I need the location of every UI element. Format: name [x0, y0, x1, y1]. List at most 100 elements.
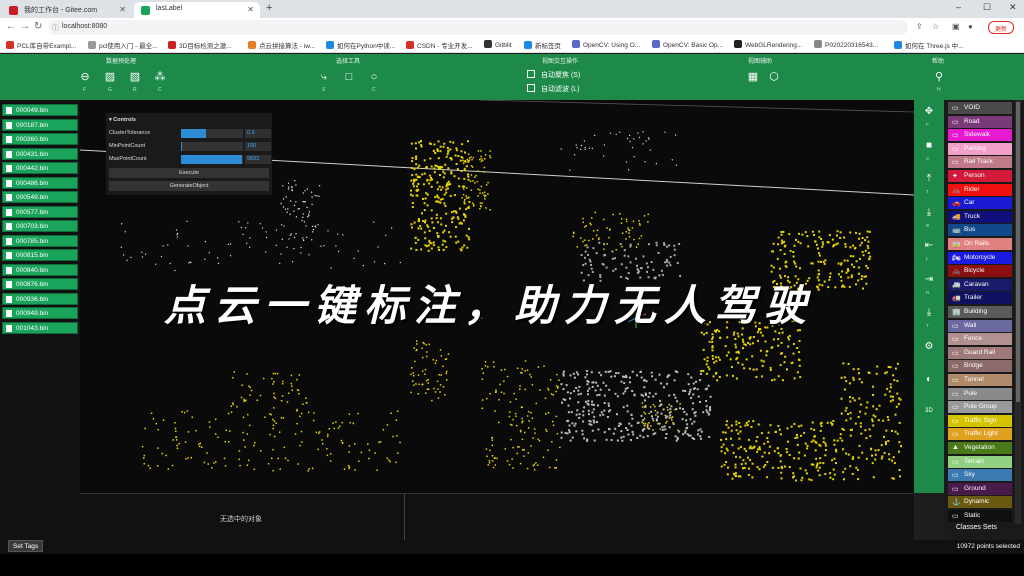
bookmark-item[interactable]: Gitblit	[484, 40, 512, 49]
share-icon[interactable]: ⇪	[916, 22, 923, 31]
class-item-motorcycle[interactable]: 🏍 Motorcycle	[948, 251, 1012, 264]
generate-object-button[interactable]: GenerateObject	[109, 181, 269, 191]
bookmark-item[interactable]: 点云拼接算法 - iw...	[248, 40, 315, 50]
class-item-caravan[interactable]: 🚐 Caravan	[948, 278, 1012, 291]
class-item-traffic-sign[interactable]: ▭ Traffic Sign	[948, 414, 1012, 427]
right-view-icon[interactable]: ⇥	[922, 274, 936, 285]
bottom-view-icon[interactable]: ⤓	[922, 207, 936, 218]
class-item-dynamic[interactable]: ⚓ Dynamic	[948, 496, 1012, 509]
controls-header[interactable]: ▾ Controls	[109, 117, 136, 123]
class-item-static[interactable]: ▭ Static	[948, 510, 1012, 522]
pointer-icon[interactable]: ⤷	[317, 70, 331, 84]
cluster-tolerance-slider[interactable]	[181, 129, 243, 138]
circle-select-icon[interactable]: ○	[367, 70, 381, 84]
cluster-tolerance-field[interactable]: 0.5	[245, 129, 271, 138]
execute-button[interactable]: Execute	[109, 168, 269, 178]
star-icon[interactable]: ☆	[932, 22, 939, 31]
file-item[interactable]: 000840.bin	[2, 263, 78, 276]
file-item[interactable]: 000785.bin	[2, 234, 78, 247]
camera-icon[interactable]: ■	[922, 140, 936, 151]
bookmark-item[interactable]: OpenCV: Basic Op...	[652, 40, 723, 49]
class-item-void[interactable]: ▭ VOID	[948, 102, 1012, 114]
file-item[interactable]: 000577.bin	[2, 205, 78, 218]
close-tab-icon[interactable]: ✕	[247, 5, 254, 14]
min-point-count-slider[interactable]	[181, 142, 243, 151]
file-item[interactable]: 000549.bin	[2, 191, 78, 203]
close-window-button[interactable]: ✕	[1009, 2, 1017, 13]
class-item-guard-rail[interactable]: ▭ Guard Rail	[948, 346, 1012, 359]
class-item-truck[interactable]: 🚚 Truck	[948, 210, 1012, 223]
front-view-icon[interactable]: ⤓	[922, 307, 936, 318]
maximize-button[interactable]: ☐	[983, 2, 991, 13]
class-item-bridge[interactable]: ▭ Bridge	[948, 360, 1012, 373]
class-item-tunnel[interactable]: ▭ Tunnel	[948, 374, 1012, 386]
bookmark-item[interactable]: WebGLRendering...	[734, 40, 802, 49]
auto-filter-checkbox[interactable]: 自动滤波 (L)	[527, 84, 580, 94]
file-item[interactable]: 000949.bin	[2, 307, 78, 319]
class-item-on-rails[interactable]: 🚋 On Rails	[948, 238, 1012, 250]
class-item-fence[interactable]: ▭ Fence	[948, 333, 1012, 346]
class-item-bus[interactable]: 🚌 Bus	[948, 224, 1012, 237]
file-item[interactable]: 000431.bin	[2, 147, 78, 160]
class-item-wall[interactable]: ▭ Wall	[948, 319, 1012, 332]
3d-icon[interactable]: 3D	[922, 408, 936, 414]
set-tags-button[interactable]: Set Tags	[8, 540, 44, 552]
class-item-pole-group[interactable]: ▭ Pole Group	[948, 401, 1012, 414]
grid-icon[interactable]: ▨	[103, 70, 117, 84]
class-item-sidewalk[interactable]: ▭ Sidewalk	[948, 129, 1012, 142]
left-view-icon[interactable]: ⇤	[922, 240, 936, 251]
scrollbar-thumb[interactable]	[1016, 102, 1020, 402]
class-item-ground[interactable]: ▭ Ground	[948, 482, 1012, 495]
file-item[interactable]: 000703.bin	[2, 220, 78, 232]
class-item-building[interactable]: 🏢 Building	[948, 306, 1012, 318]
class-item-rail-track[interactable]: ▭ Rail Track	[948, 156, 1012, 169]
auto-focus-checkbox[interactable]: 自动聚焦 (S)	[527, 70, 580, 80]
class-item-parking[interactable]: ▭ Parking	[948, 142, 1012, 155]
class-item-road[interactable]: ▭ Road	[948, 115, 1012, 128]
rect-select-icon[interactable]: □	[342, 70, 356, 84]
new-tab-button[interactable]: +	[266, 2, 272, 14]
file-item[interactable]: 001043.bin	[2, 321, 78, 334]
back-icon[interactable]: ←	[6, 21, 16, 32]
bookmark-item[interactable]: 3D目标检测之激...	[168, 40, 232, 50]
tab-laslabel[interactable]: lasLabel ✕	[134, 2, 260, 18]
file-item[interactable]: 000876.bin	[2, 278, 78, 290]
file-item[interactable]: 000815.bin	[2, 249, 78, 261]
bookmark-item[interactable]: CSDN - 专业开发...	[406, 40, 473, 50]
file-item[interactable]: 000187.bin	[2, 118, 78, 131]
class-item-car[interactable]: 🚗 Car	[948, 197, 1012, 210]
bookmark-item[interactable]: PCL库自带Exampl...	[6, 40, 76, 50]
move-icon[interactable]: ✥	[922, 106, 936, 117]
info-icon[interactable]: ⓘ	[52, 23, 59, 33]
point-cloud-viewport[interactable]: + ▾ Controls ClusterTolerance 0.5 MinPoi…	[80, 100, 914, 493]
reload-icon[interactable]: ↻	[34, 21, 42, 32]
class-item-trailer[interactable]: 🚛 Trailer	[948, 292, 1012, 305]
minimize-button[interactable]: –	[956, 2, 961, 12]
cluster-icon[interactable]: ⁂	[153, 70, 167, 84]
top-view-icon[interactable]: ⤒	[922, 173, 936, 184]
bookmark-item[interactable]: pcl使用入门 - 最全...	[88, 40, 158, 50]
class-item-sky[interactable]: ▭ Sky	[948, 469, 1012, 482]
file-item[interactable]: 000360.bin	[2, 133, 78, 145]
profile-icon[interactable]: ●	[968, 22, 973, 31]
file-item[interactable]: 000049.bin	[2, 104, 78, 116]
file-item[interactable]: 000936.bin	[2, 292, 78, 305]
contrast-icon[interactable]: ◐	[922, 374, 936, 385]
sidebar-icon[interactable]: ▣	[952, 22, 960, 31]
class-item-terrain[interactable]: ▭ Terrain	[948, 455, 1012, 468]
grid-view-icon[interactable]: ▦	[746, 70, 760, 84]
class-item-traffic-light[interactable]: ▭ Traffic Light	[948, 428, 1012, 441]
class-item-person[interactable]: ✦ Person	[948, 170, 1012, 182]
bookmark-item[interactable]: P020220316543...	[814, 40, 878, 49]
bookmark-item[interactable]: OpenCV: Using O...	[572, 40, 640, 49]
tab-gitee[interactable]: 我的工作台 - Gitee.com ✕	[2, 2, 132, 18]
cube-icon[interactable]: ⬡	[767, 70, 781, 84]
min-point-count-field[interactable]: 100	[245, 142, 271, 151]
bookmark-item[interactable]: 如何在 Three.js 中...	[894, 40, 964, 50]
file-item[interactable]: 000486.bin	[2, 176, 78, 189]
ground-icon[interactable]: ▧	[128, 70, 142, 84]
classes-scrollbar[interactable]	[1015, 100, 1021, 524]
class-item-pole[interactable]: ▭ Pole	[948, 387, 1012, 400]
class-item-rider[interactable]: 🚲 Rider	[948, 183, 1012, 196]
forward-icon[interactable]: →	[20, 21, 30, 32]
